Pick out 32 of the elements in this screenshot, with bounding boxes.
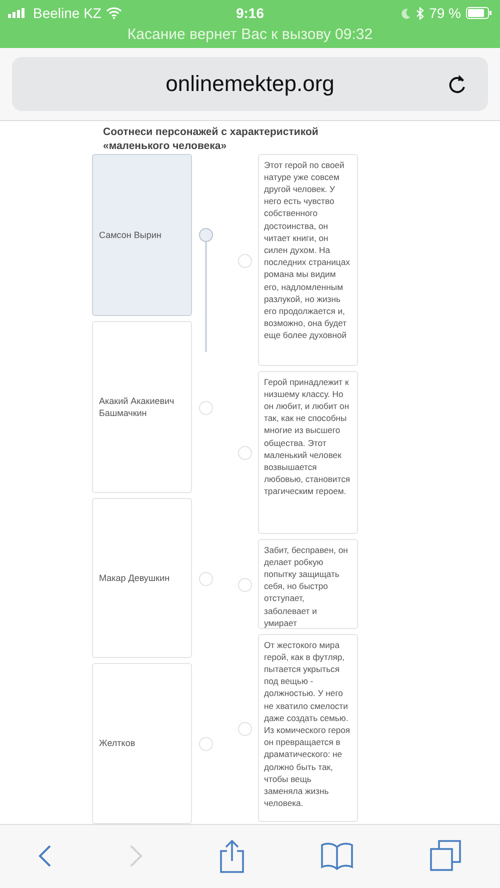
carrier-name: Beeline KZ xyxy=(33,5,102,21)
bluetooth-icon xyxy=(416,6,424,20)
question-title: Соотнеси персонажей с характеристикой «маленького человека» xyxy=(103,124,320,153)
match-handle[interactable] xyxy=(199,572,213,586)
clock-time: 9:16 xyxy=(236,5,264,21)
match-handle[interactable] xyxy=(238,446,252,460)
book-icon[interactable] xyxy=(321,842,354,870)
character-card[interactable]: Макар Девушкин xyxy=(92,498,192,658)
character-card[interactable]: Желтков xyxy=(92,662,192,824)
description-card[interactable]: Герой принадлежит к низшему классу. Но он любит, и любит он так, как не способны многие из высшего общества. Этот маленький человек возвышается любовью, становится трагическим героем. xyxy=(258,370,358,534)
battery-percent: 79 % xyxy=(429,5,461,21)
forward-icon[interactable] xyxy=(128,845,143,868)
character-card[interactable]: Акакий Акакиевич Башмачкин xyxy=(92,320,192,493)
description-card[interactable]: Этот герой по своей натуре уже совсем другой человек. У него есть чувство собственного достоинства, он читает книги, он силен духом. На последних страницах романа мы видим его, надломленным разлукой, но жизнь его продолжается и, возможно, она будет еще более духовной xyxy=(258,154,358,366)
match-handle[interactable] xyxy=(199,400,213,415)
wifi-icon xyxy=(106,7,122,19)
match-handle[interactable] xyxy=(238,722,252,736)
share-icon[interactable] xyxy=(218,839,245,874)
reload-icon[interactable] xyxy=(448,72,468,95)
match-handle[interactable] xyxy=(238,254,252,268)
battery-icon xyxy=(466,7,492,19)
match-handle[interactable] xyxy=(199,736,213,751)
character-card[interactable]: Самсон Вырин xyxy=(92,154,192,316)
url-text: onlinemektep.org xyxy=(166,70,334,97)
tabs-icon[interactable] xyxy=(430,840,462,872)
moon-icon xyxy=(401,8,412,18)
match-handle[interactable] xyxy=(238,578,252,592)
back-icon[interactable] xyxy=(38,845,52,868)
description-card[interactable]: От жестокого мира герой, как в футляр, пытается укрыться под вещью - должностью. У него не хватило смелости даже создать семью. Из комического героя он превращается в драматического: не должно быть так, чтобы вещь заменяла жизнь человека. xyxy=(258,634,358,822)
description-card[interactable]: Забит, бесправен, он делает робкую попытку защищать себя, но быстро отступает, заболевает и умирает xyxy=(258,538,358,629)
address-bar[interactable]: onlinemektep.org xyxy=(12,56,488,111)
match-handle[interactable] xyxy=(199,228,213,242)
